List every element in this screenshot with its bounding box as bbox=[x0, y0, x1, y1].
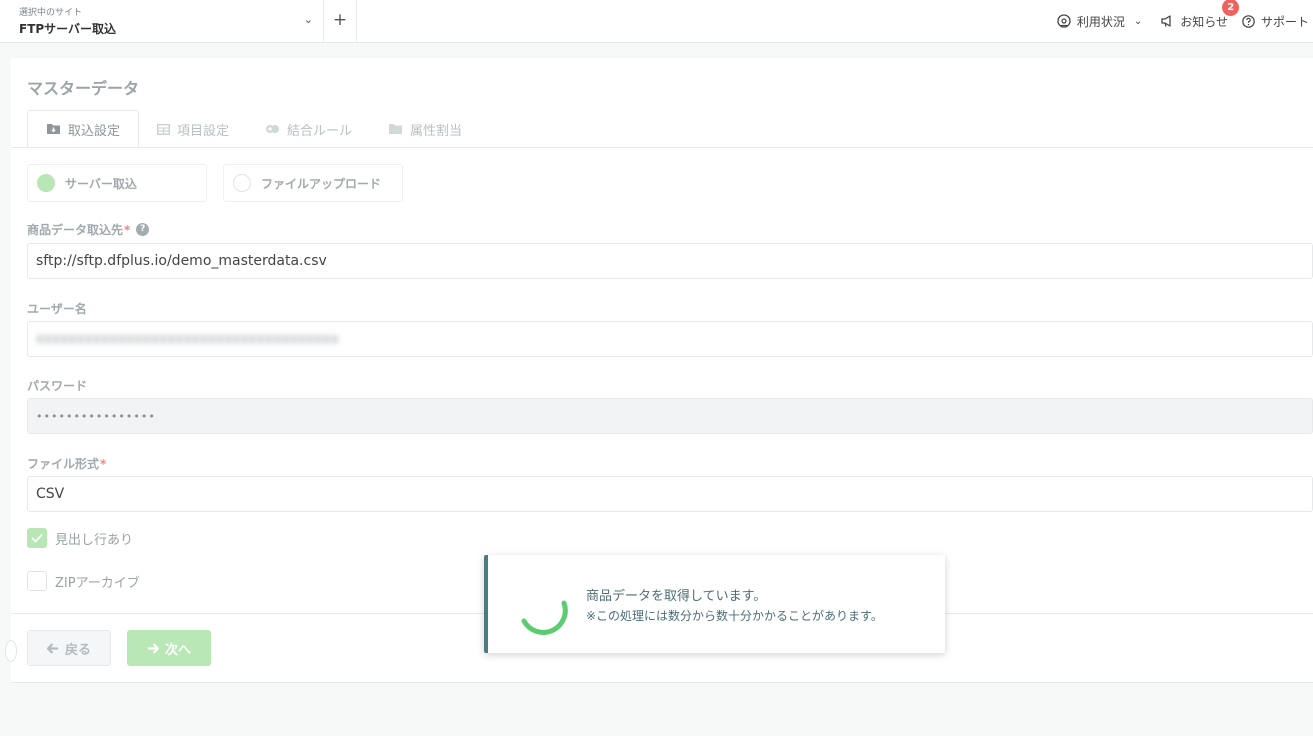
tab-import-settings[interactable]: 取込設定 bbox=[27, 110, 140, 148]
import-icon bbox=[47, 124, 60, 134]
site-selector-name: FTPサーバー取込 bbox=[19, 22, 117, 36]
loading-toast: 商品データを取得しています。 ※この処理には数分から数十分かかることがあります。 bbox=[484, 555, 945, 653]
tab-field-settings[interactable]: 項目設定 bbox=[139, 110, 247, 148]
usage-label: 利用状況 bbox=[1076, 14, 1125, 29]
site-selector-caption: 選択中のサイト bbox=[19, 8, 83, 18]
page-title: マスターデータ bbox=[27, 79, 140, 98]
arrow-left-icon bbox=[46, 642, 58, 654]
checkbox-label: ZIPアーカイブ bbox=[55, 575, 140, 591]
password-label: パスワード bbox=[27, 379, 88, 393]
file-format-select[interactable]: CSV bbox=[27, 476, 1313, 512]
header-actions: 利用状況 ⌄ お知らせ 2 サポート bbox=[1057, 0, 1313, 42]
folder-icon bbox=[389, 124, 403, 134]
support-button[interactable]: サポート bbox=[1242, 13, 1309, 30]
radio-button[interactable] bbox=[233, 174, 251, 192]
header-row-checkbox[interactable]: 見出し行あり bbox=[27, 528, 133, 548]
notice-count-badge: 2 bbox=[1222, 0, 1240, 16]
password-input[interactable]: •••••••••••••••• bbox=[27, 398, 1313, 434]
radio-label: サーバー取込 bbox=[65, 176, 137, 191]
tab-attribute-assignment[interactable]: 属性割当 bbox=[370, 110, 480, 148]
notice-button[interactable]: お知らせ 2 bbox=[1160, 0, 1240, 30]
radio-file-upload[interactable]: ファイルアップロード bbox=[223, 164, 403, 202]
tab-join-rules[interactable]: 結合ルール bbox=[247, 110, 370, 148]
format-label-text: ファイル形式 bbox=[27, 457, 100, 471]
chevron-down-icon: ⌄ bbox=[1133, 15, 1143, 27]
support-label: サポート bbox=[1260, 14, 1309, 29]
table-icon bbox=[157, 123, 170, 135]
required-mark: * bbox=[100, 456, 107, 471]
checkbox-checked[interactable] bbox=[27, 528, 47, 548]
checkbox-label: 見出し行あり bbox=[55, 532, 134, 548]
radio-label: ファイルアップロード bbox=[261, 176, 382, 191]
usage-gauge-icon bbox=[1057, 14, 1071, 28]
tab-label: 取込設定 bbox=[68, 123, 121, 139]
arrow-right-icon bbox=[147, 642, 159, 654]
radio-server-import[interactable]: サーバー取込 bbox=[27, 164, 207, 202]
format-field-label: ファイル形式 * bbox=[27, 455, 106, 472]
checkbox[interactable] bbox=[27, 571, 47, 591]
add-site-button[interactable]: + bbox=[324, 0, 357, 42]
help-icon[interactable]: ? bbox=[136, 223, 150, 236]
toast-note: ※この処理には数分から数十分かかることがあります。 bbox=[586, 609, 883, 623]
question-circle-icon bbox=[1242, 14, 1255, 28]
notice-label: お知らせ bbox=[1180, 14, 1228, 29]
next-button-label: 次へ bbox=[164, 642, 191, 658]
sidebar-toggle-handle[interactable] bbox=[5, 640, 17, 662]
toast-message: 商品データを取得しています。 bbox=[586, 589, 767, 604]
tab-label: 結合ルール bbox=[287, 123, 353, 139]
username-label: ユーザー名 bbox=[27, 302, 87, 316]
back-button-label: 戻る bbox=[64, 642, 91, 658]
tab-label: 属性割当 bbox=[410, 123, 463, 139]
top-bar: 選択中のサイト FTPサーバー取込 ⌄ + 利用状況 ⌄ お知らせ 2 サポート bbox=[0, 0, 1313, 43]
source-field-label: 商品データ取込先 * ? bbox=[27, 221, 150, 238]
link-icon bbox=[266, 125, 280, 133]
username-value-redacted: xxxxxxxxxxxxxxxxxxxxxxxxxxxxxxxxxxxxx bbox=[36, 331, 340, 347]
back-button[interactable]: 戻る bbox=[27, 630, 111, 666]
source-label-text: 商品データ取込先 bbox=[27, 223, 124, 237]
tab-label: 項目設定 bbox=[177, 123, 230, 139]
usage-menu[interactable]: 利用状況 ⌄ bbox=[1057, 13, 1142, 30]
username-input[interactable]: xxxxxxxxxxxxxxxxxxxxxxxxxxxxxxxxxxxxx bbox=[27, 321, 1313, 357]
check-icon bbox=[31, 533, 43, 543]
radio-button-checked[interactable] bbox=[37, 174, 55, 192]
zip-archive-checkbox[interactable]: ZIPアーカイブ bbox=[27, 571, 140, 591]
chevron-down-icon: ⌄ bbox=[303, 13, 313, 26]
settings-tabs: 取込設定 項目設定 結合ルール 属性割当 bbox=[27, 110, 480, 148]
site-selector[interactable]: 選択中のサイト FTPサーバー取込 ⌄ bbox=[0, 0, 324, 42]
next-button[interactable]: 次へ bbox=[127, 630, 211, 666]
loading-spinner-icon bbox=[521, 600, 568, 635]
tabs-divider bbox=[11, 147, 1313, 148]
megaphone-icon bbox=[1161, 15, 1171, 27]
required-mark: * bbox=[124, 222, 131, 237]
source-url-input[interactable]: sftp://sftp.dfplus.io/demo_masterdata.cs… bbox=[27, 243, 1313, 279]
